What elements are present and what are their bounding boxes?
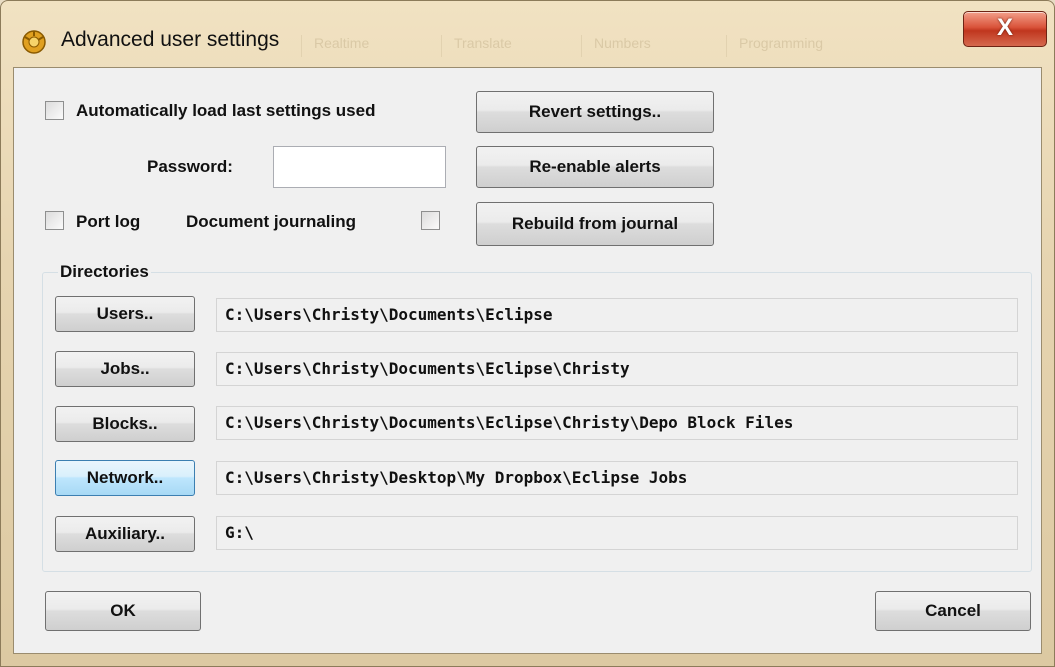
- users-path-field[interactable]: C:\Users\Christy\Documents\Eclipse: [216, 298, 1018, 332]
- jobs-path-field[interactable]: C:\Users\Christy\Documents\Eclipse\Chris…: [216, 352, 1018, 386]
- background-tab: Realtime: [301, 35, 369, 57]
- port-log-label: Port log: [76, 212, 141, 231]
- blocks-path-field[interactable]: C:\Users\Christy\Documents\Eclipse\Chris…: [216, 406, 1018, 440]
- auxiliary-button[interactable]: Auxiliary..: [55, 516, 195, 552]
- users-button[interactable]: Users..: [55, 296, 195, 332]
- auxiliary-path-field[interactable]: G:\: [216, 516, 1018, 550]
- network-path-field[interactable]: C:\Users\Christy\Desktop\My Dropbox\Ecli…: [216, 461, 1018, 495]
- close-icon: X: [996, 14, 1013, 41]
- title-bar[interactable]: Realtime Translate Numbers Programming A…: [1, 1, 1055, 67]
- background-tab: Numbers: [581, 35, 651, 57]
- directories-title: Directories: [58, 262, 151, 282]
- reenable-alerts-button[interactable]: Re-enable alerts: [476, 146, 714, 188]
- background-tab: Programming: [726, 35, 823, 57]
- app-icon: [22, 30, 46, 54]
- auto-load-checkbox[interactable]: [45, 101, 64, 120]
- rebuild-from-journal-button[interactable]: Rebuild from journal: [476, 202, 714, 246]
- close-button[interactable]: X: [963, 11, 1047, 47]
- dialog-window: Realtime Translate Numbers Programming A…: [0, 0, 1055, 667]
- blocks-button[interactable]: Blocks..: [55, 406, 195, 442]
- background-tab: Translate: [441, 35, 512, 57]
- revert-settings-button[interactable]: Revert settings..: [476, 91, 714, 133]
- network-button[interactable]: Network..: [55, 460, 195, 496]
- doc-journaling-label: Document journaling: [186, 212, 356, 231]
- password-field[interactable]: [273, 146, 446, 188]
- doc-journaling-checkbox[interactable]: [421, 211, 440, 230]
- dialog-body: Automatically load last settings used Re…: [13, 67, 1042, 654]
- cancel-button[interactable]: Cancel: [875, 591, 1031, 631]
- ok-button[interactable]: OK: [45, 591, 201, 631]
- auto-load-label: Automatically load last settings used: [76, 101, 376, 120]
- window-title: Advanced user settings: [61, 28, 280, 51]
- port-log-checkbox[interactable]: [45, 211, 64, 230]
- jobs-button[interactable]: Jobs..: [55, 351, 195, 387]
- password-label: Password:: [147, 157, 233, 176]
